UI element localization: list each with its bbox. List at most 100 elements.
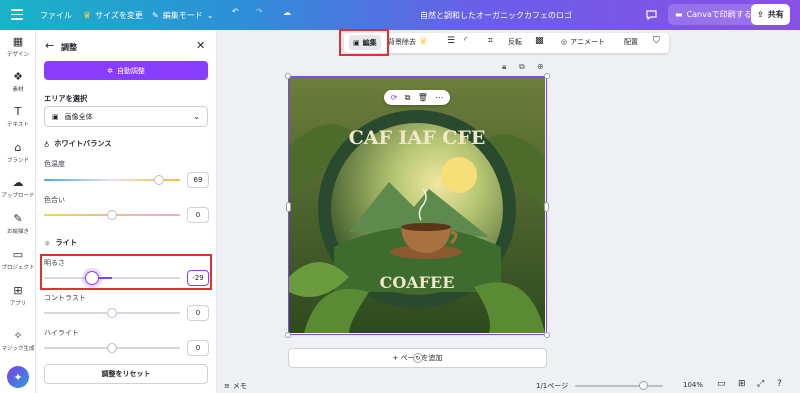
highlight-knob[interactable] <box>107 343 117 353</box>
duplicate-page-icon[interactable]: ⧉ <box>519 62 525 72</box>
rail-item-draw[interactable]: ✎ お絵描き <box>0 213 36 236</box>
edit-image-button[interactable]: ▣ 編集 <box>349 35 381 50</box>
close-icon[interactable]: ✕ <box>196 39 205 52</box>
resize-handle[interactable] <box>544 73 550 79</box>
zoom-knob[interactable] <box>638 381 648 390</box>
back-arrow-icon[interactable]: ← <box>45 39 54 52</box>
resize-handle[interactable] <box>544 332 550 338</box>
zoom-slider[interactable] <box>575 381 663 390</box>
logo-bottom-text: COAFEE <box>380 273 455 292</box>
area-select[interactable]: ▣ 画像全体 ⌄ <box>44 106 208 127</box>
contrast-knob[interactable] <box>107 308 117 318</box>
position-button[interactable]: 配置 <box>624 37 638 47</box>
resize-handle[interactable] <box>285 73 291 79</box>
page-indicator[interactable]: 1/1ページ <box>536 381 568 391</box>
rail-item-design[interactable]: ▦ デザイン <box>0 36 36 59</box>
rotate-icon[interactable]: ↻ <box>413 353 423 363</box>
image-icon: ▣ <box>52 112 59 121</box>
rail-item-elements[interactable]: ❖ 素材 <box>0 71 36 94</box>
notes-button[interactable]: ≡ メモ <box>224 381 247 391</box>
rail-label: アップロード <box>1 193 35 199</box>
contrast-label: コントラスト <box>44 294 86 302</box>
highlight-value[interactable]: 0 <box>187 340 209 356</box>
crown-icon: ♛ <box>83 10 92 21</box>
copy-icon[interactable]: ⧉ <box>405 93 411 103</box>
transparency-icon[interactable]: ▩ <box>535 36 544 46</box>
tint-value[interactable]: 0 <box>187 207 209 223</box>
tint-knob[interactable] <box>107 210 117 220</box>
contrast-slider[interactable] <box>44 308 180 318</box>
brightness-slider[interactable] <box>44 271 180 285</box>
temperature-value[interactable]: 69 <box>187 172 209 188</box>
redo-icon[interactable]: ↷ <box>256 7 263 16</box>
corner-radius-icon[interactable]: ◜ <box>464 36 468 46</box>
sparkle-icon: ✲ <box>107 66 113 75</box>
logo-top-text: CAF IAF CFE <box>349 127 486 149</box>
flip-button[interactable]: 反転 <box>508 37 522 47</box>
magic-edit-icon[interactable]: ⟳ <box>391 93 398 102</box>
contrast-value[interactable]: 0 <box>187 305 209 321</box>
chevron-down-icon: ⌄ <box>193 112 200 121</box>
grid-view-icon[interactable]: ⊞ <box>738 379 746 389</box>
fullscreen-icon[interactable]: ⤢ <box>757 379 764 389</box>
crop-icon[interactable]: ⌗ <box>488 36 493 46</box>
white-balance-heading: ♁ ホワイトバランス <box>44 139 112 149</box>
light-heading: ☼ ライト <box>44 238 77 248</box>
bottom-bar: ≡ メモ 1/1ページ 104% ▭ ⊞ ⤢ ? <box>217 377 800 393</box>
highlight-slider[interactable] <box>44 343 180 353</box>
animate-button[interactable]: ◎ アニメート <box>561 37 605 47</box>
magic-assistant-button[interactable]: ✦ <box>7 366 29 388</box>
rail-item-uploads[interactable]: ☁ アップロード <box>0 177 36 200</box>
temperature-label: 色温度 <box>44 160 65 168</box>
temperature-slider[interactable] <box>44 175 180 185</box>
rail-label: ブランド <box>6 158 29 164</box>
edit-mode-button[interactable]: ✎ 編集モード ⌄ <box>152 10 213 21</box>
rail-item-magic[interactable]: ✧ マジック生成 <box>0 329 36 353</box>
page-view-icon[interactable]: ▭ <box>717 379 726 389</box>
undo-icon[interactable]: ↶ <box>232 7 239 16</box>
context-toolbar: ▣ 編集 背景除去 ♛ ☰ ◜ ⌗ 反転 ▩ ◎ アニメート 配置 ⛉ <box>344 33 669 53</box>
menu-icon[interactable] <box>11 9 23 23</box>
white-balance-label: ホワイトバランス <box>54 139 112 148</box>
cloud-sync-icon[interactable]: ☁ <box>283 8 291 17</box>
help-icon[interactable]: ? <box>777 379 782 389</box>
magic-icon: ✧ <box>13 329 23 342</box>
trash-icon[interactable]: 🗑︎ <box>418 93 428 102</box>
rail-item-apps[interactable]: ⊞ アプリ <box>0 285 36 308</box>
share-button[interactable]: ⇪ 共有 <box>751 4 790 25</box>
resize-handle[interactable] <box>544 202 549 212</box>
lock-icon[interactable]: 🔒︎ <box>502 62 506 72</box>
print-button[interactable]: ▬ Canvaで印刷する <box>668 4 759 25</box>
more-icon[interactable]: ⋯ <box>435 93 443 102</box>
resize-handle[interactable] <box>285 332 291 338</box>
top-bar: ファイル ♛ サイズを変更 ✎ 編集モード ⌄ ↶ ↷ ☁ 自然と調和したオーガ… <box>0 0 800 30</box>
chevron-down-icon: ⌄ <box>206 11 214 20</box>
border-style-icon[interactable]: ☰ <box>447 36 455 46</box>
resize-handle[interactable] <box>286 202 291 212</box>
file-menu[interactable]: ファイル <box>40 10 72 21</box>
brightness-value[interactable]: -29 <box>187 270 209 286</box>
bg-remove-button[interactable]: 背景除去 ♛ <box>388 37 427 47</box>
temperature-knob[interactable] <box>153 175 164 185</box>
share-icon: ⇪ <box>757 10 764 19</box>
rail-item-brand[interactable]: ⌂ ブランド <box>0 142 36 165</box>
bg-remove-label: 背景除去 <box>388 38 416 46</box>
animate-icon: ◎ <box>561 38 568 46</box>
rail-item-projects[interactable]: ▭ プロジェクト <box>0 249 36 272</box>
paint-format-icon[interactable]: ⛉ <box>653 36 660 46</box>
resize-button[interactable]: ♛ サイズを変更 <box>83 10 143 21</box>
notes-icon: ≡ <box>224 382 230 390</box>
highlight-label: ハイライト <box>44 329 79 337</box>
rail-item-text[interactable]: T テキスト <box>0 106 36 129</box>
cafe-logo-image[interactable]: CAF IAF CFE COAFEE <box>289 77 545 333</box>
tint-slider[interactable] <box>44 210 180 220</box>
document-title[interactable]: 自然と調和したオーガニックカフェのロゴ <box>420 10 572 21</box>
design-canvas[interactable]: CAF IAF CFE COAFEE <box>285 73 550 338</box>
reset-adjustments-button[interactable]: 調整をリセット <box>44 364 208 384</box>
add-page-icon[interactable]: ⊕ <box>537 62 544 71</box>
zoom-value[interactable]: 104% <box>683 381 703 389</box>
image-floating-toolbar: ⟳ ⧉ 🗑︎ ⋯ <box>384 90 450 105</box>
comment-icon[interactable] <box>641 6 661 24</box>
auto-adjust-button[interactable]: ✲ 自動調整 <box>44 61 208 80</box>
brightness-knob[interactable] <box>85 271 100 285</box>
